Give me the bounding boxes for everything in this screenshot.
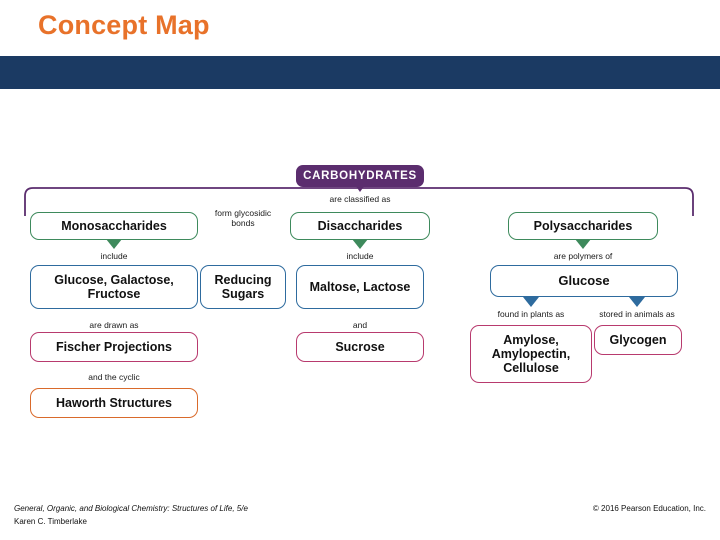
node-glycogen-label: Glycogen bbox=[609, 333, 667, 347]
node-monosaccharides-label: Monosaccharides bbox=[61, 219, 167, 233]
label-stored-in-animals-as: stored in animals as bbox=[599, 309, 675, 319]
node-disaccharides[interactable]: Disaccharides bbox=[290, 212, 430, 240]
concept-map: CARBOHYDRATES are classified as Monosacc… bbox=[0, 150, 720, 450]
node-monosaccharides[interactable]: Monosaccharides bbox=[30, 212, 198, 240]
node-sucrose-label: Sucrose bbox=[335, 340, 385, 354]
node-glucose-galactose-fructose-label: Glucose, Galactose, Fructose bbox=[54, 273, 174, 301]
node-disaccharides-label: Disaccharides bbox=[317, 219, 403, 233]
node-glucose-label: Glucose bbox=[558, 272, 610, 288]
footer-author: Karen C. Timberlake bbox=[14, 517, 87, 526]
node-glucose[interactable]: Glucose bbox=[490, 265, 678, 297]
node-reducing-sugars-label: Reducing Sugars bbox=[214, 273, 272, 301]
node-fischer-projections-label: Fischer Projections bbox=[55, 340, 172, 354]
node-carbohydrates-label: CARBOHYDRATES bbox=[303, 170, 417, 182]
node-sucrose[interactable]: Sucrose bbox=[296, 332, 424, 362]
label-and: and bbox=[352, 320, 368, 330]
footer-copyright: © 2016 Pearson Education, Inc. bbox=[592, 504, 706, 513]
label-found-in-plants-as: found in plants as bbox=[497, 309, 565, 319]
node-carbohydrates[interactable]: CARBOHYDRATES bbox=[296, 165, 424, 187]
node-reducing-sugars[interactable]: Reducing Sugars bbox=[200, 265, 286, 309]
node-glycogen[interactable]: Glycogen bbox=[594, 325, 682, 355]
label-form-glycosidic-bonds: form glycosidic bonds bbox=[214, 208, 272, 228]
node-polysaccharides-label: Polysaccharides bbox=[533, 219, 633, 233]
node-maltose-lactose[interactable]: Maltose, Lactose bbox=[296, 265, 424, 309]
node-haworth-structures-label: Haworth Structures bbox=[56, 396, 172, 410]
slide-canvas: Concept Map CARBOHYDRATES are classified… bbox=[0, 0, 720, 540]
node-polysaccharides[interactable]: Polysaccharides bbox=[508, 212, 658, 240]
page-title: Concept Map bbox=[38, 10, 210, 40]
label-are-drawn-as: are drawn as bbox=[89, 320, 139, 330]
label-mono-include: include bbox=[100, 251, 128, 261]
header-band bbox=[0, 56, 720, 89]
node-maltose-lactose-label: Maltose, Lactose bbox=[309, 280, 411, 294]
label-are-polymers-of: are polymers of bbox=[553, 251, 613, 261]
node-haworth-structures[interactable]: Haworth Structures bbox=[30, 388, 198, 418]
node-glucose-galactose-fructose[interactable]: Glucose, Galactose, Fructose bbox=[30, 265, 198, 309]
node-amylose-amylopectin-cellulose-label: Amylose, Amylopectin, Cellulose bbox=[491, 333, 571, 375]
footer-book-title: General, Organic, and Biological Chemist… bbox=[14, 504, 248, 513]
node-amylose-amylopectin-cellulose[interactable]: Amylose, Amylopectin, Cellulose bbox=[470, 325, 592, 383]
label-are-classified-as: are classified as bbox=[329, 194, 391, 204]
node-fischer-projections[interactable]: Fischer Projections bbox=[30, 332, 198, 362]
label-di-include: include bbox=[346, 251, 374, 261]
label-and-the-cyclic: and the cyclic bbox=[88, 372, 140, 382]
